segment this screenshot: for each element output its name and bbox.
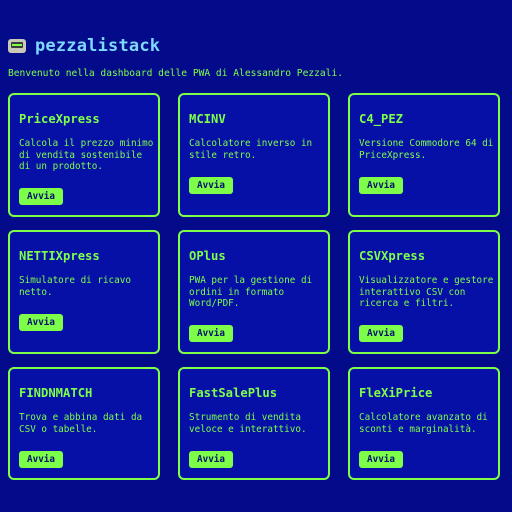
app-card-csvxpress: CSVXpress Visualizzatore e gestore inter… [348,230,500,354]
launch-button[interactable]: Avvia [19,314,63,331]
card-title: CSVXpress [359,249,426,263]
app-card-c4-pez: C4_PEZ Versione Commodore 64 di PriceXpr… [348,93,500,217]
card-description: Trova e abbina dati da CSV o tabelle. [19,412,143,435]
app-card-findnmatch: FINDNMATCH Trova e abbina dati da CSV o … [8,367,160,480]
app-card-pricexpress: PriceXpress Calcola il prezzo minimo di … [8,93,160,217]
app-title: pezzalistack [35,36,161,56]
launch-button[interactable]: Avvia [359,325,403,342]
card-description: PWA per la gestione di ordini in formato… [189,275,313,309]
app-card-mcinv: MCINV Calcolatore inverso in stile retro… [178,93,330,217]
launch-button[interactable]: Avvia [19,188,63,205]
card-description: Strumento di vendita veloce e interattiv… [189,412,307,435]
card-title: FleXiPrice [359,386,433,400]
app-card-flexiprice: FleXiPrice Calcolatore avanzato di scont… [348,367,500,480]
launch-button[interactable]: Avvia [19,451,63,468]
card-title: MCINV [189,112,226,126]
launch-button[interactable]: Avvia [189,177,233,194]
launch-button[interactable]: Avvia [189,325,233,342]
card-description: Calcola il prezzo minimo di vendita sost… [19,138,154,172]
card-description: Versione Commodore 64 di PriceXpress. [359,138,494,161]
card-description: Visualizzatore e gestore interattivo CSV… [359,275,494,309]
card-title: PriceXpress [19,112,100,126]
app-card-oplus: OPlus PWA per la gestione di ordini in f… [178,230,330,354]
computer-icon [8,39,26,53]
card-title: FINDNMATCH [19,386,93,400]
welcome-text: Benvenuto nella dashboard delle PWA di A… [8,68,344,79]
card-description: Simulatore di ricavo netto. [19,275,131,298]
app-card-nettixpress: NETTIXpress Simulatore di ricavo netto. … [8,230,160,354]
launch-button[interactable]: Avvia [359,177,403,194]
app-card-fastsaleplus: FastSalePlus Strumento di vendita veloce… [178,367,330,480]
card-title: FastSalePlus [189,386,278,400]
card-title: OPlus [189,249,226,263]
dashboard-page: pezzalistack Benvenuto nella dashboard d… [0,0,512,512]
card-description: Calcolatore inverso in stile retro. [189,138,313,161]
launch-button[interactable]: Avvia [359,451,403,468]
card-description: Calcolatore avanzato di sconti e margina… [359,412,488,435]
card-title: NETTIXpress [19,249,100,263]
launch-button[interactable]: Avvia [189,451,233,468]
card-title: C4_PEZ [359,112,404,126]
header: pezzalistack [8,36,160,56]
